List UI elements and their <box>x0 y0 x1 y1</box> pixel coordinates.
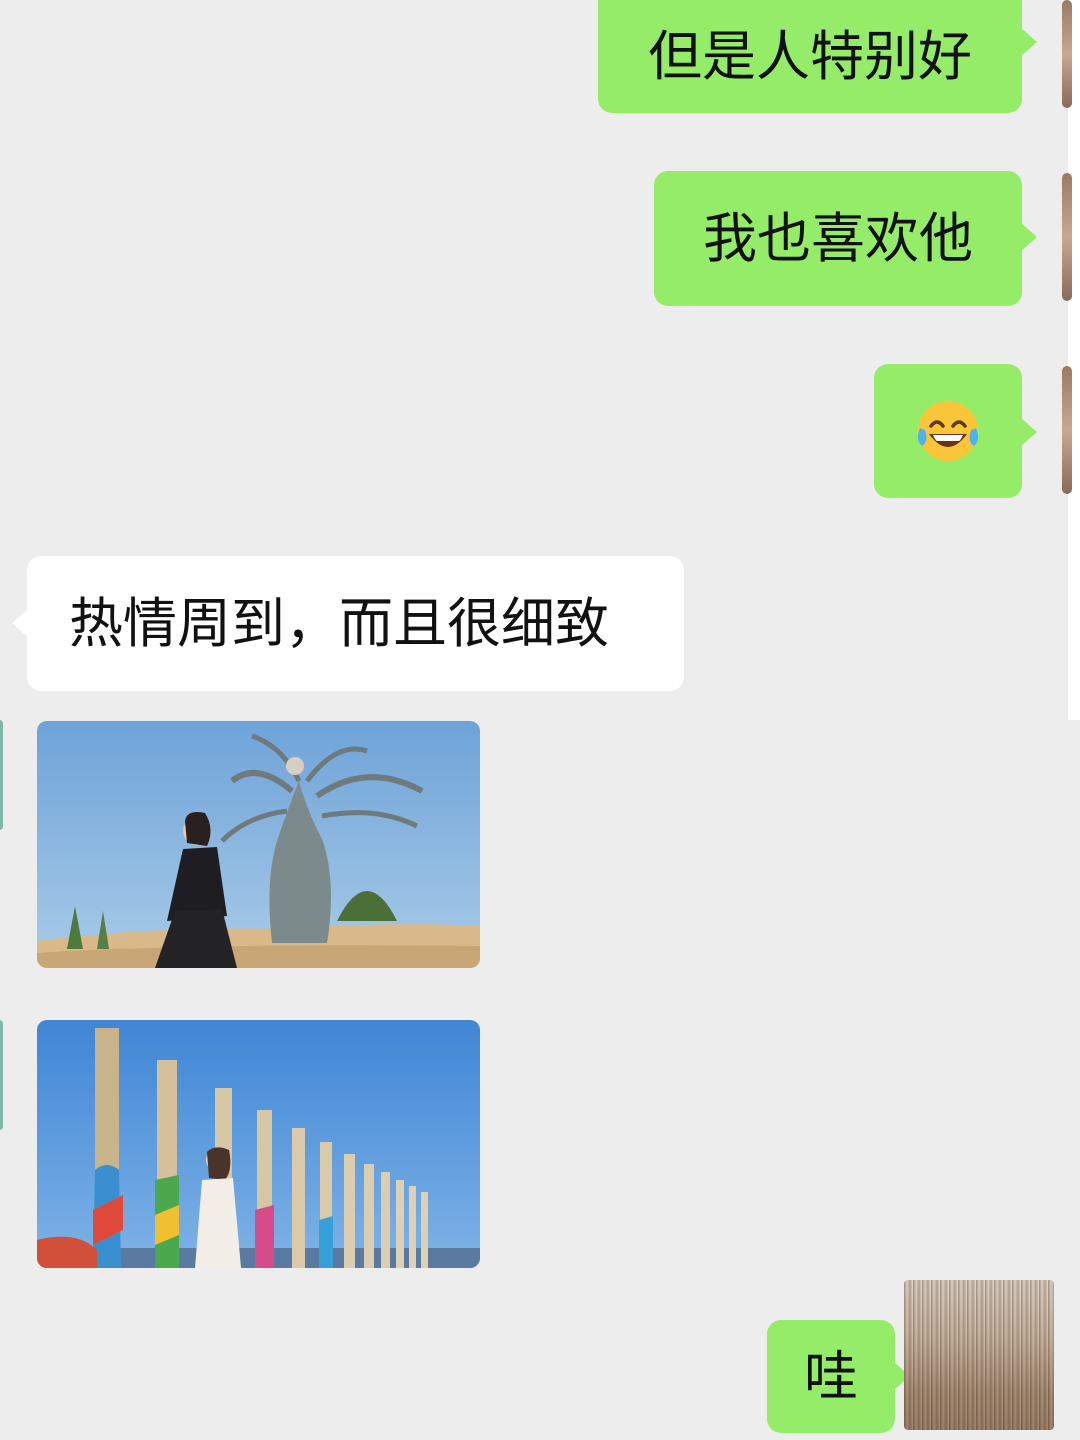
photo-pillars-image <box>37 1020 480 1268</box>
avatar[interactable] <box>0 1020 3 1130</box>
chat-photo[interactable] <box>37 721 480 968</box>
message-bubble-received[interactable]: 热情周到，而且很细致 <box>27 556 684 691</box>
avatar[interactable] <box>1062 173 1072 301</box>
message-text: 我也喜欢他 <box>703 206 973 270</box>
bubble-tail <box>12 609 28 637</box>
bubble-tail <box>1021 223 1037 251</box>
message-text: 哇 <box>804 1344 858 1408</box>
message-text: 但是人特别好 <box>648 24 972 88</box>
laughing-tears-emoji-icon <box>917 401 979 461</box>
avatar[interactable] <box>0 720 3 830</box>
message-bubble-sent[interactable]: 我也喜欢他 <box>654 171 1022 306</box>
message-bubble-sent[interactable] <box>874 364 1022 498</box>
message-bubble-sent[interactable]: 哇 <box>767 1320 895 1433</box>
chat-photo[interactable] <box>37 1020 480 1268</box>
avatar-column-edge <box>1068 0 1080 720</box>
bubble-tail <box>1021 28 1037 56</box>
avatar[interactable] <box>904 1280 1054 1430</box>
message-bubble-sent[interactable]: 但是人特别好 <box>598 0 1022 113</box>
photo-tree-sculpture-image <box>37 721 480 968</box>
bubble-tail <box>1021 418 1037 446</box>
avatar[interactable] <box>1062 0 1072 108</box>
avatar[interactable] <box>1062 366 1072 494</box>
message-text: 热情周到，而且很细致 <box>69 591 609 655</box>
